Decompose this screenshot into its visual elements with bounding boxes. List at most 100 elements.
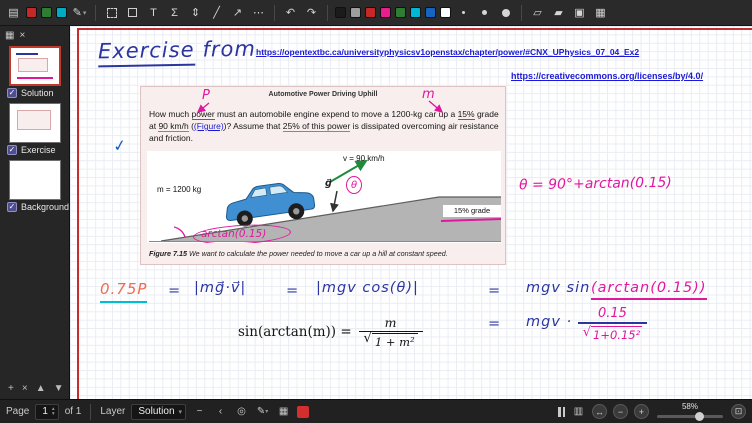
goto-page-button[interactable]: ◎ bbox=[234, 404, 249, 420]
equals-sign: = bbox=[488, 283, 501, 299]
select-tool-button[interactable] bbox=[103, 4, 120, 22]
color-swatch-magenta[interactable] bbox=[380, 7, 391, 18]
arrow-tool-button[interactable]: ↗ bbox=[229, 4, 246, 22]
layer-row-background[interactable]: ✓ Background bbox=[0, 201, 69, 214]
tool-pen-dropdown[interactable]: ✎▾ bbox=[255, 404, 270, 420]
color-palette-button[interactable]: ▦ bbox=[276, 404, 291, 420]
dual-page-view-icon[interactable] bbox=[558, 407, 565, 417]
thumb-figure bbox=[18, 58, 48, 72]
thickness-fine-button[interactable] bbox=[455, 4, 472, 22]
shape-tool-button[interactable] bbox=[124, 4, 141, 22]
thumb-stroke bbox=[16, 53, 38, 55]
zoom-slider[interactable] bbox=[657, 411, 723, 421]
p-annotation: P bbox=[202, 88, 210, 103]
pen-tool-button[interactable]: ✎ ▾ bbox=[71, 4, 88, 22]
arctan-note: arctan(0.15) bbox=[201, 228, 266, 240]
statusbar-divider bbox=[90, 404, 91, 420]
radicand: 1 + m² bbox=[372, 333, 418, 349]
velocity-label: v = 90 km/h bbox=[343, 154, 385, 163]
grid-snap-button[interactable]: ▦ bbox=[592, 4, 609, 22]
problem-figure: Automotive Power Driving Uphill How much… bbox=[140, 86, 506, 265]
layer-checkbox[interactable]: ✓ bbox=[7, 202, 17, 212]
zoom-fit-button[interactable]: ↔ bbox=[592, 404, 607, 419]
collapse-layer-button[interactable]: − bbox=[192, 404, 207, 420]
math-tool-button[interactable]: Σ bbox=[166, 4, 183, 22]
fine-dot-icon bbox=[462, 11, 465, 14]
work-dot-product: |mg⃗·v⃗| bbox=[194, 280, 246, 296]
sidebar-panel-icon[interactable]: ▦ bbox=[5, 30, 14, 41]
thickness-medium-button[interactable] bbox=[476, 4, 493, 22]
color-swatch-red2[interactable] bbox=[365, 7, 376, 18]
spin-down-icon[interactable]: ▾ bbox=[52, 412, 55, 417]
problem-segment: must an automobile engine expend to move… bbox=[215, 109, 458, 119]
color-swatch-red[interactable] bbox=[26, 7, 37, 18]
color-swatch-black[interactable] bbox=[335, 7, 346, 18]
color-swatch-cyan[interactable] bbox=[56, 7, 67, 18]
text-tool-button[interactable]: T bbox=[145, 4, 162, 22]
vertical-space-tool-button[interactable]: ⇕ bbox=[187, 4, 204, 22]
layer-select[interactable]: Solution ▾ bbox=[131, 404, 186, 420]
zoom-in-button[interactable]: + bbox=[634, 404, 649, 419]
equals-sign: = bbox=[168, 283, 181, 299]
zoom-control: 58% bbox=[655, 403, 725, 421]
layer-label: Solution bbox=[21, 88, 54, 98]
heading-word-from: from bbox=[202, 37, 256, 62]
color-swatch-blue[interactable] bbox=[425, 7, 436, 18]
color-swatch-green[interactable] bbox=[41, 7, 52, 18]
problem-segment-power: power bbox=[192, 109, 215, 120]
layer-row-solution[interactable]: ✓ Solution bbox=[0, 87, 69, 100]
sidebar-toggle-icon[interactable]: ▤ bbox=[5, 4, 22, 22]
chevron-down-icon: ▾ bbox=[83, 9, 87, 17]
active-pen-color-icon[interactable] bbox=[297, 406, 309, 418]
move-layer-up-button[interactable]: ▲ bbox=[36, 383, 46, 394]
link-cc-license[interactable]: https://creativecommons.org/licenses/by/… bbox=[511, 71, 703, 81]
line-tool-button[interactable]: ╱ bbox=[208, 4, 225, 22]
heading-note: Exercisefrom bbox=[98, 37, 256, 64]
figure-caption: Figure 7.15 We want to calculate the pow… bbox=[149, 249, 501, 258]
more-tools-button[interactable]: ⋯ bbox=[250, 4, 267, 22]
equals-sign: = bbox=[488, 316, 501, 332]
highlighter-tool-button[interactable]: ▰ bbox=[550, 4, 567, 22]
grade-underline-annotation bbox=[441, 218, 501, 222]
toolbar-divider bbox=[521, 5, 522, 21]
color-swatch-white[interactable] bbox=[440, 7, 451, 18]
formula-lhs: sin(arctan(m)) = bbox=[238, 324, 352, 340]
zoom-slider-knob[interactable] bbox=[695, 412, 704, 421]
toolbar-divider bbox=[95, 5, 96, 21]
add-layer-button[interactable]: + bbox=[8, 383, 14, 394]
image-tool-button[interactable]: ▣ bbox=[571, 4, 588, 22]
layer-label: Layer bbox=[100, 406, 125, 417]
work-fraction: 0.15 √1+0.15² bbox=[578, 306, 647, 342]
sidebar-close-icon[interactable]: × bbox=[19, 30, 25, 41]
eraser-tool-button[interactable]: ▱ bbox=[529, 4, 546, 22]
layer-thumbnail[interactable] bbox=[9, 46, 61, 86]
link-opentextbc[interactable]: https://opentextbc.ca/universityphysicsv… bbox=[256, 47, 639, 57]
move-layer-down-button[interactable]: ▼ bbox=[54, 383, 64, 394]
pages-view-icon[interactable]: ▥ bbox=[571, 404, 586, 420]
caption-label: Figure 7.15 bbox=[149, 249, 187, 258]
delete-layer-button[interactable]: × bbox=[22, 383, 28, 394]
layer-thumbnail[interactable] bbox=[9, 103, 61, 143]
color-swatch-gray[interactable] bbox=[350, 7, 361, 18]
layer-checkbox[interactable]: ✓ bbox=[7, 145, 17, 155]
check-annotation: ✓ bbox=[112, 135, 128, 156]
canvas-viewport[interactable]: Exercisefrom https://opentextbc.ca/unive… bbox=[70, 26, 752, 399]
layer-checkbox[interactable]: ✓ bbox=[7, 88, 17, 98]
thumb-figure bbox=[17, 110, 51, 130]
page-spinner[interactable]: 1 ▴▾ bbox=[35, 404, 58, 420]
grade-label: 15% grade bbox=[443, 205, 501, 217]
thickness-thick-button[interactable] bbox=[497, 4, 514, 22]
zoom-out-button[interactable]: − bbox=[613, 404, 628, 419]
figure-link[interactable]: (Figure) bbox=[194, 121, 224, 131]
problem-segment-dissipated: 25% of this power bbox=[283, 121, 351, 132]
layer-row-exercise[interactable]: ✓ Exercise bbox=[0, 144, 69, 157]
layer-select-value: Solution bbox=[138, 406, 174, 417]
previous-annotation-button[interactable]: ‹ bbox=[213, 404, 228, 420]
color-swatch-green2[interactable] bbox=[395, 7, 406, 18]
problem-segment-grade: 15% bbox=[458, 109, 475, 120]
layer-thumbnail[interactable] bbox=[9, 160, 61, 200]
redo-button[interactable]: ↷ bbox=[303, 4, 320, 22]
color-swatch-lightblue[interactable] bbox=[410, 7, 421, 18]
fullscreen-button[interactable]: ⊡ bbox=[731, 404, 746, 419]
undo-button[interactable]: ↶ bbox=[282, 4, 299, 22]
